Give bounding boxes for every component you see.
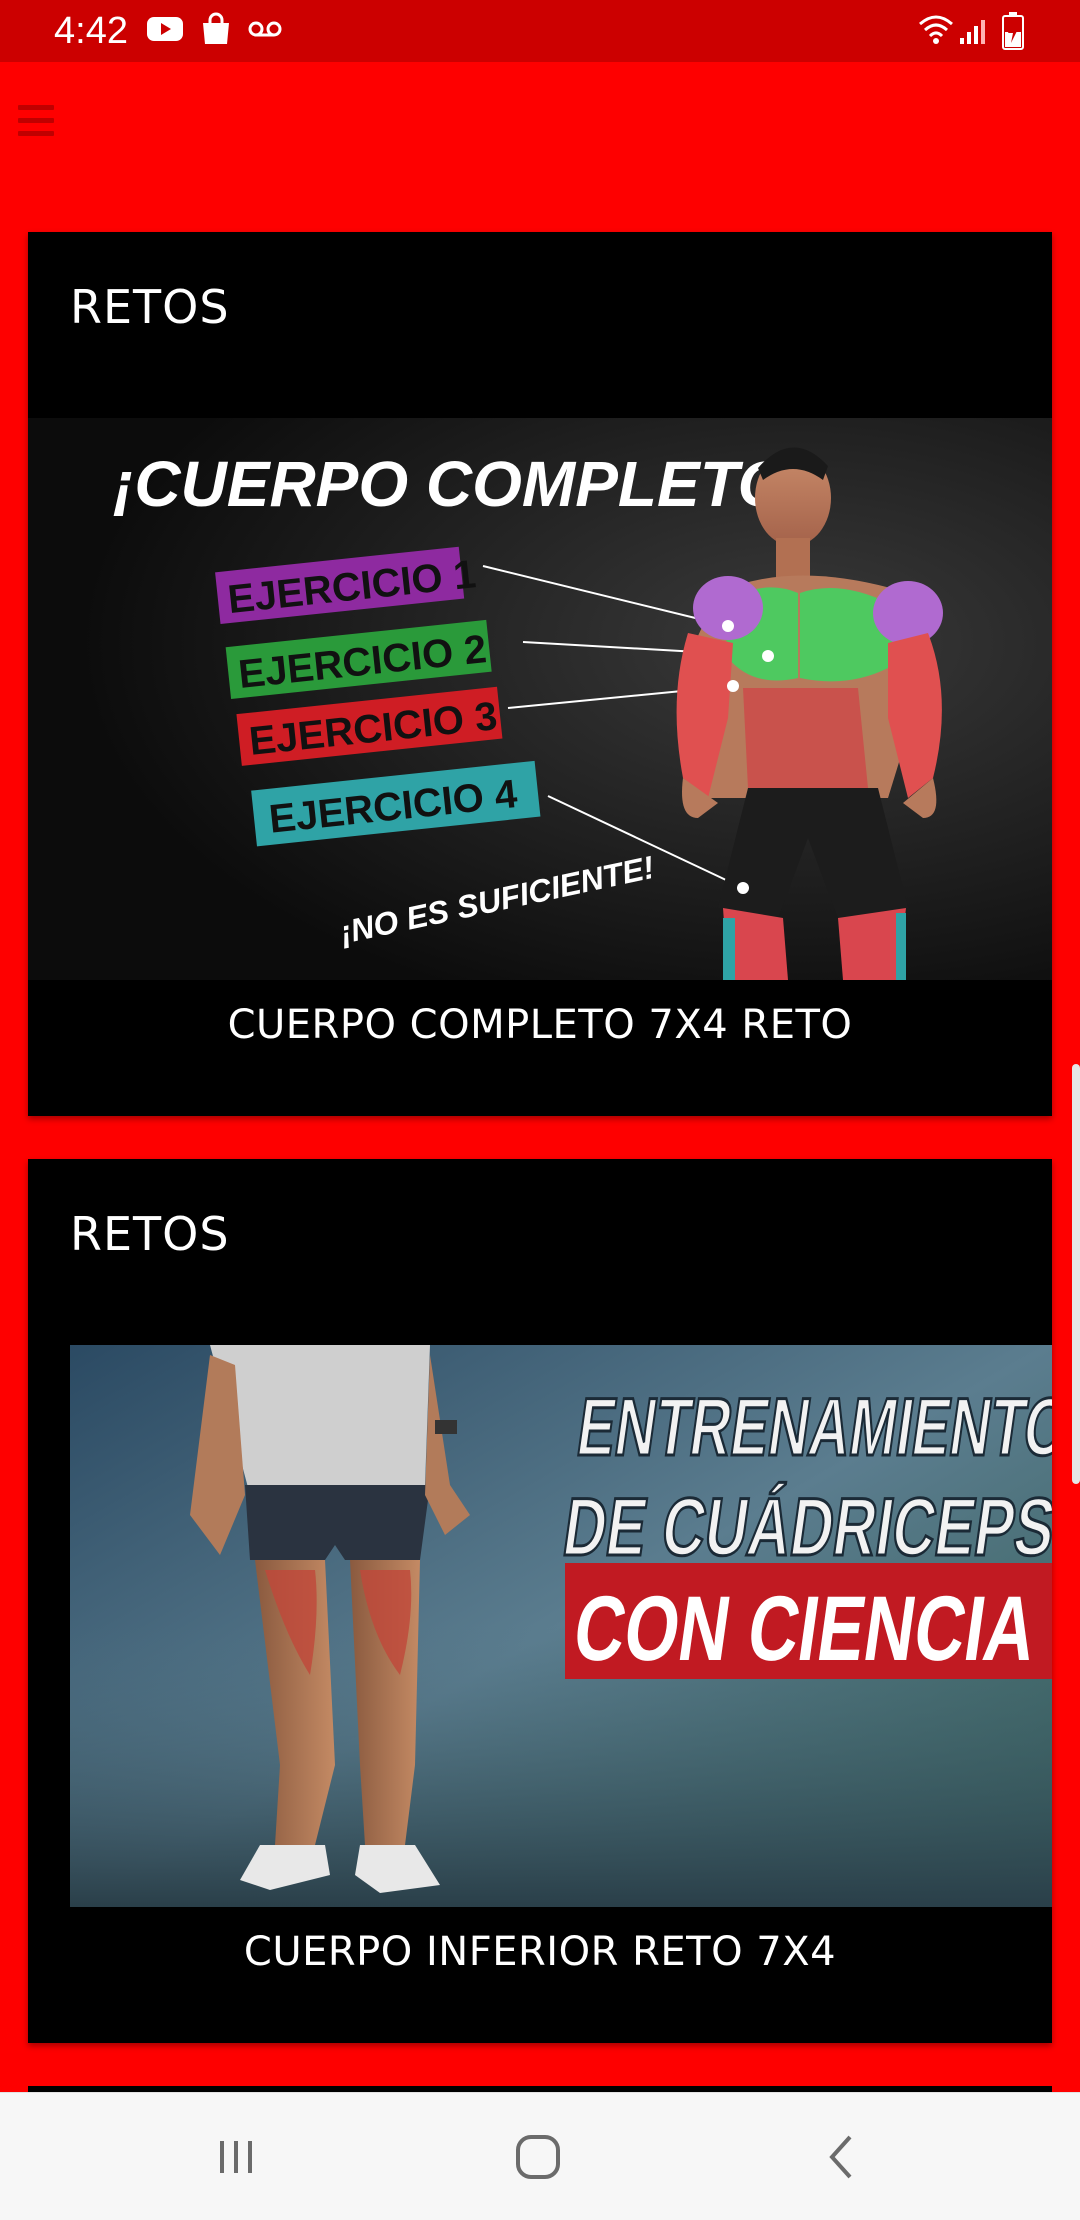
shopping-bag-icon [203,12,229,44]
challenge-card-lower-body[interactable]: RETOS ENTRENAMIENTO DE CUÁDRICEPS CON CI… [28,1159,1052,2043]
full-body-challenge-image: ¡CUERPO COMPLETO! EJERCICIO 1 EJERCICIO … [28,418,1052,980]
status-bar: 4:42 [0,0,1080,62]
quadriceps-training-image: ENTRENAMIENTO DE CUÁDRICEPS CON CIENCIA [70,1345,1052,1907]
menu-icon[interactable] [18,100,54,150]
battery-charging-icon [1002,12,1024,50]
scrollbar[interactable] [1072,1064,1080,1484]
home-icon[interactable] [506,2125,570,2189]
signal-icon [960,20,985,44]
image-headline: ¡CUERPO COMPLETO! [113,448,809,520]
card-heading: RETOS [70,280,230,334]
recents-icon[interactable] [204,2125,268,2189]
card-title: CUERPO INFERIOR RETO 7X4 [243,1929,837,1975]
status-time: 4:42 [54,10,128,52]
card-heading: RETOS [70,1207,230,1261]
image-line-3: CON CIENCIA [568,1576,1043,1679]
back-icon[interactable] [810,2125,874,2189]
navigation-bar [0,2092,1080,2220]
image-line-1: ENTRENAMIENTO [572,1381,1052,1473]
youtube-icon [147,17,183,41]
challenge-card-full-body[interactable]: RETOS ¡CUERPO COMPLETO! EJERCICIO 1 EJER… [28,232,1052,1116]
voicemail-icon [248,21,282,37]
card-title: CUERPO COMPLETO 7X4 RETO [227,1002,853,1048]
wifi-icon [919,15,953,44]
image-line-2: DE CUÁDRICEPS [558,1481,1052,1573]
